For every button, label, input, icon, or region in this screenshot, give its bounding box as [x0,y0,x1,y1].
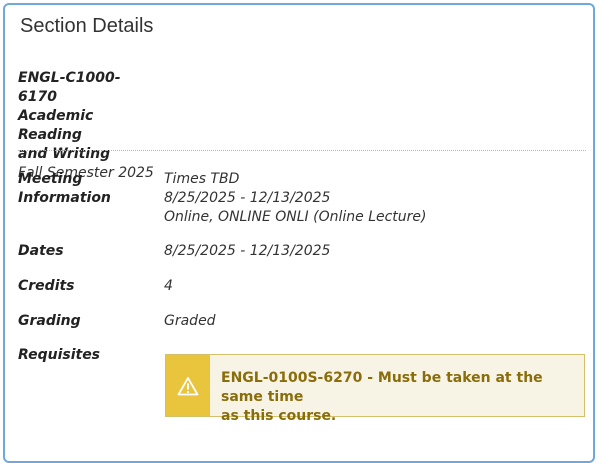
requisite-message-line2: as this course. [221,408,337,424]
meeting-label-line2: Information [18,190,111,206]
divider [18,150,586,151]
requisites-label: Requisites [18,347,101,363]
course-code: ENGL-C1000-6170 [18,70,121,105]
dates-value: 8/25/2025 - 12/13/2025 [164,243,331,259]
panel-title: Section Details [20,15,154,37]
meeting-label-line1: Meeting [18,171,83,187]
grading-label: Grading [18,313,81,329]
requisite-message: ENGL-0100S-6270 - Must be taken at the s… [221,369,576,426]
meeting-dates: 8/25/2025 - 12/13/2025 [164,190,331,206]
course-info: ENGL-C1000-6170 Academic Reading and Wri… [18,69,158,183]
meeting-value: Times TBD 8/25/2025 - 12/13/2025 Online,… [164,170,427,227]
grading-value: Graded [164,313,216,329]
course-name-line2: and Writing [18,146,111,162]
meeting-label: Meeting Information [18,170,111,208]
warning-icon-box [166,355,210,416]
warning-icon [177,376,199,395]
dates-label: Dates [18,243,64,259]
meeting-times: Times TBD [164,171,240,187]
requisite-alert: ENGL-0100S-6270 - Must be taken at the s… [165,354,585,424]
course-name-line1: Academic Reading [18,108,94,143]
credits-value: 4 [164,278,173,294]
credits-label: Credits [18,278,75,294]
section-details-panel: Section Details ENGL-C1000-6170 Academic… [3,3,595,463]
meeting-location: Online, ONLINE ONLI (Online Lecture) [164,209,427,225]
requisite-message-line1: ENGL-0100S-6270 - Must be taken at the s… [221,370,543,405]
